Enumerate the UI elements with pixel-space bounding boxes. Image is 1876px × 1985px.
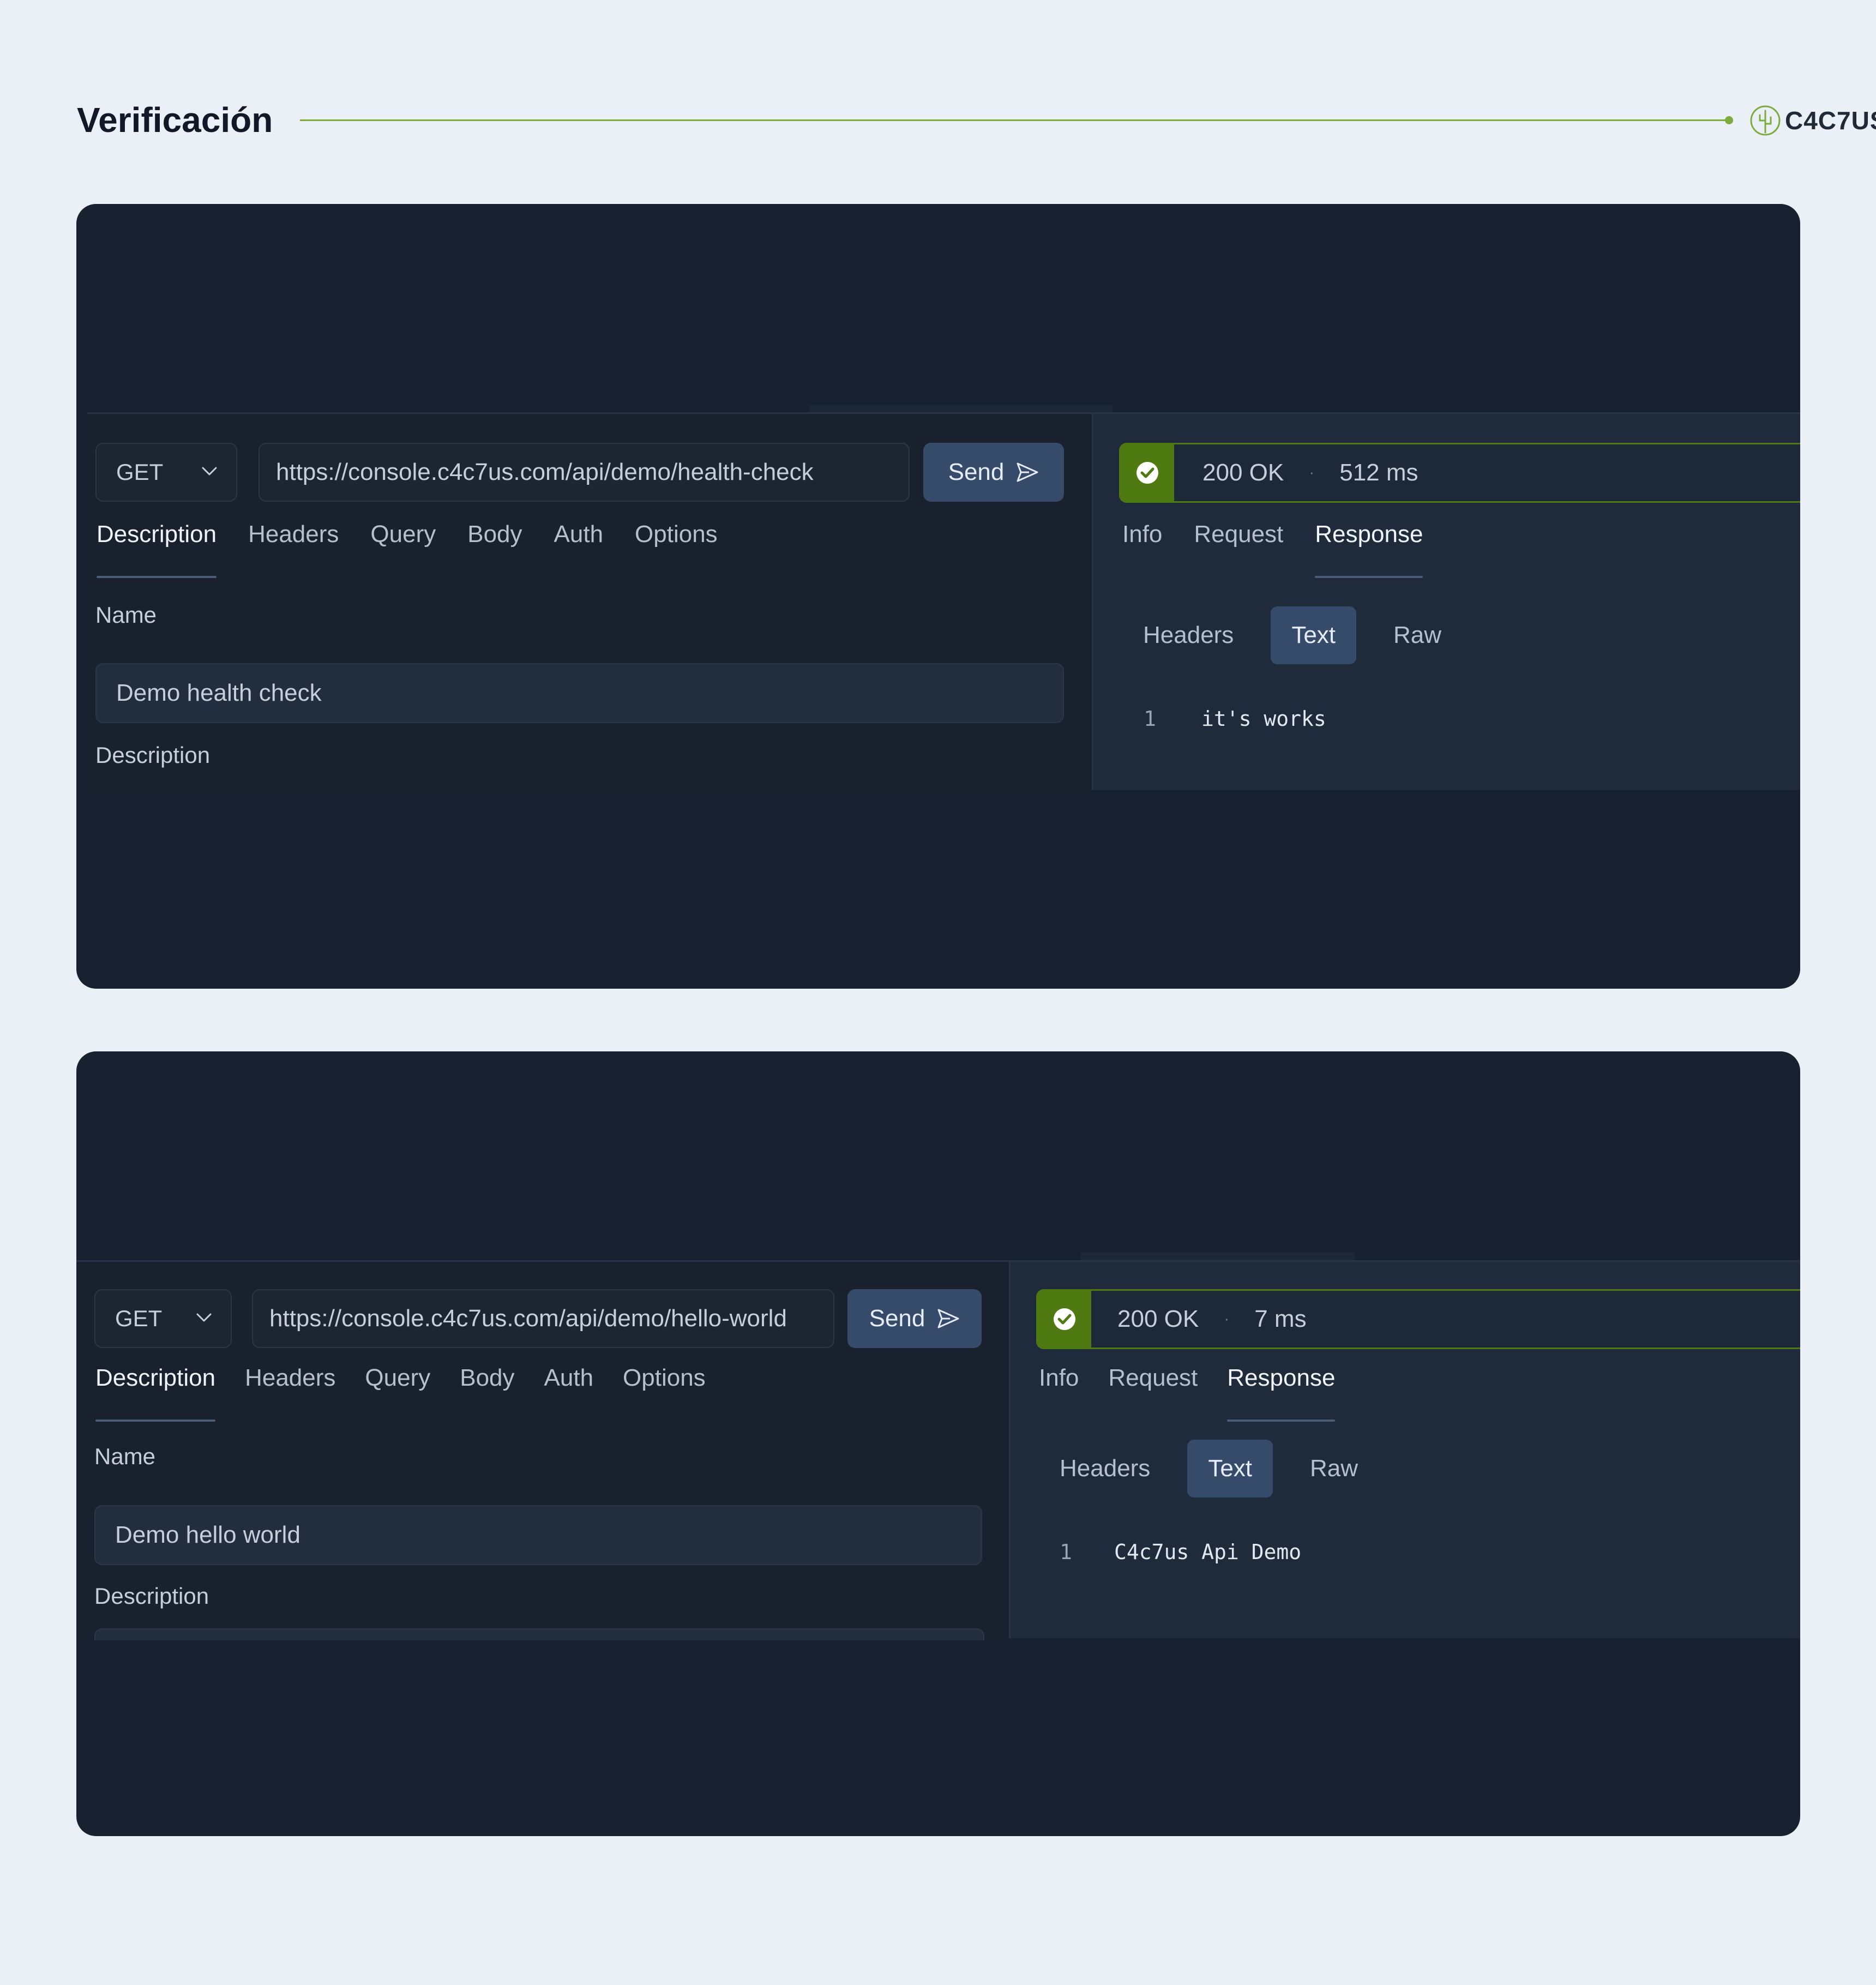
- status-code: 200 OK: [1202, 459, 1284, 486]
- status-code: 200 OK: [1117, 1306, 1199, 1332]
- subtab-raw[interactable]: Raw: [1373, 606, 1462, 664]
- description-input[interactable]: [94, 1628, 984, 1640]
- response-body-line: 1 C4c7us Api Demo: [1060, 1540, 1301, 1564]
- subtab-text[interactable]: Text: [1271, 606, 1357, 664]
- response-view-tabs: Headers Text Raw: [1039, 1440, 1379, 1497]
- chevron-down-icon: [202, 467, 217, 476]
- send-button[interactable]: Send: [847, 1289, 982, 1348]
- tab-request[interactable]: Request: [1108, 1362, 1198, 1407]
- tab-body[interactable]: Body: [467, 518, 522, 564]
- request-pane: GET https://console.c4c7us.com/api/demo/…: [76, 1262, 1009, 1640]
- page-header: Verificación C4C7US: [77, 96, 1876, 145]
- tab-query[interactable]: Query: [370, 518, 436, 564]
- name-label: Name: [94, 1443, 156, 1469]
- send-icon: [937, 1309, 959, 1328]
- send-label: Send: [869, 1305, 925, 1332]
- status-bar: 200 OK · 512 ms: [1119, 443, 1800, 503]
- response-body-text: it's works: [1201, 707, 1326, 731]
- page-title: Verificación: [77, 100, 273, 140]
- method-value: GET: [115, 1306, 163, 1331]
- method-value: GET: [116, 459, 164, 485]
- check-circle-icon: [1137, 462, 1158, 484]
- logo-text: C4C7US: [1785, 106, 1876, 135]
- status-info: 200 OK · 7 ms: [1117, 1291, 1307, 1348]
- tab-options[interactable]: Options: [623, 1362, 706, 1407]
- response-body-line: 1 it's works: [1144, 707, 1326, 731]
- tab-headers[interactable]: Headers: [245, 1362, 335, 1407]
- url-input[interactable]: https://console.c4c7us.com/api/demo/hell…: [252, 1289, 834, 1348]
- send-button[interactable]: Send: [923, 443, 1064, 502]
- line-number: 1: [1060, 1540, 1072, 1564]
- api-client-window: GET https://console.c4c7us.com/api/demo/…: [76, 1253, 1800, 1640]
- response-time: 512 ms: [1339, 459, 1418, 486]
- tab-auth[interactable]: Auth: [544, 1362, 594, 1407]
- subtab-headers[interactable]: Headers: [1122, 606, 1254, 664]
- request-pane: GET https://console.c4c7us.com/api/demo/…: [87, 414, 1092, 790]
- subtab-headers[interactable]: Headers: [1039, 1440, 1171, 1497]
- request-card-hello-world: GET https://console.c4c7us.com/api/demo/…: [76, 1051, 1800, 1836]
- tab-description[interactable]: Description: [97, 518, 217, 578]
- tab-body[interactable]: Body: [460, 1362, 514, 1407]
- chevron-down-icon: [196, 1313, 212, 1322]
- name-label: Name: [95, 602, 157, 628]
- window-tab-edge: [809, 405, 1113, 412]
- name-input[interactable]: Demo health check: [95, 663, 1064, 723]
- check-circle-icon: [1054, 1308, 1075, 1330]
- response-view-tabs: Headers Text Raw: [1122, 606, 1462, 664]
- cactus-logo-icon: [1750, 105, 1781, 136]
- tab-info[interactable]: Info: [1039, 1362, 1079, 1407]
- tab-headers[interactable]: Headers: [248, 518, 339, 564]
- status-info: 200 OK · 512 ms: [1202, 444, 1418, 501]
- response-tabs: Info Request Response: [1039, 1362, 1367, 1422]
- api-client-window: GET https://console.c4c7us.com/api/demo/…: [87, 405, 1800, 790]
- response-pane: 200 OK · 7 ms Info Request Response Head…: [1009, 1262, 1800, 1638]
- name-input[interactable]: Demo hello world: [94, 1505, 982, 1565]
- method-select[interactable]: GET: [94, 1289, 232, 1348]
- method-select[interactable]: GET: [95, 443, 237, 502]
- status-indicator: [1038, 1291, 1091, 1348]
- status-separator: ·: [1309, 464, 1315, 482]
- subtab-raw[interactable]: Raw: [1289, 1440, 1379, 1497]
- status-separator: ·: [1224, 1310, 1230, 1328]
- tab-options[interactable]: Options: [635, 518, 718, 564]
- line-number: 1: [1144, 707, 1156, 731]
- description-label: Description: [95, 742, 211, 768]
- tab-request[interactable]: Request: [1194, 518, 1283, 564]
- request-card-health-check: GET https://console.c4c7us.com/api/demo/…: [76, 204, 1800, 989]
- tab-response[interactable]: Response: [1315, 518, 1423, 578]
- response-body-text: C4c7us Api Demo: [1114, 1540, 1302, 1564]
- status-bar: 200 OK · 7 ms: [1036, 1289, 1800, 1349]
- description-label: Description: [94, 1583, 209, 1609]
- tab-query[interactable]: Query: [365, 1362, 430, 1407]
- tab-info[interactable]: Info: [1122, 518, 1162, 564]
- tab-auth[interactable]: Auth: [554, 518, 604, 564]
- tab-response[interactable]: Response: [1227, 1362, 1336, 1422]
- status-indicator: [1121, 444, 1174, 501]
- request-tabs: Description Headers Query Body Auth Opti…: [97, 518, 749, 578]
- response-tabs: Info Request Response: [1122, 518, 1454, 578]
- tab-description[interactable]: Description: [95, 1362, 216, 1422]
- header-divider: [300, 119, 1729, 121]
- send-label: Send: [948, 459, 1005, 485]
- subtab-text[interactable]: Text: [1187, 1440, 1273, 1497]
- header-divider-dot: [1725, 116, 1733, 124]
- response-time: 7 ms: [1254, 1306, 1307, 1332]
- url-input[interactable]: https://console.c4c7us.com/api/demo/heal…: [258, 443, 910, 502]
- response-pane: 200 OK · 512 ms Info Request Response He…: [1092, 414, 1800, 790]
- brand-logo: C4C7US: [1749, 103, 1876, 139]
- window-tab-edge: [1081, 1253, 1355, 1260]
- send-icon: [1017, 462, 1038, 482]
- request-tabs: Description Headers Query Body Auth Opti…: [95, 1362, 737, 1422]
